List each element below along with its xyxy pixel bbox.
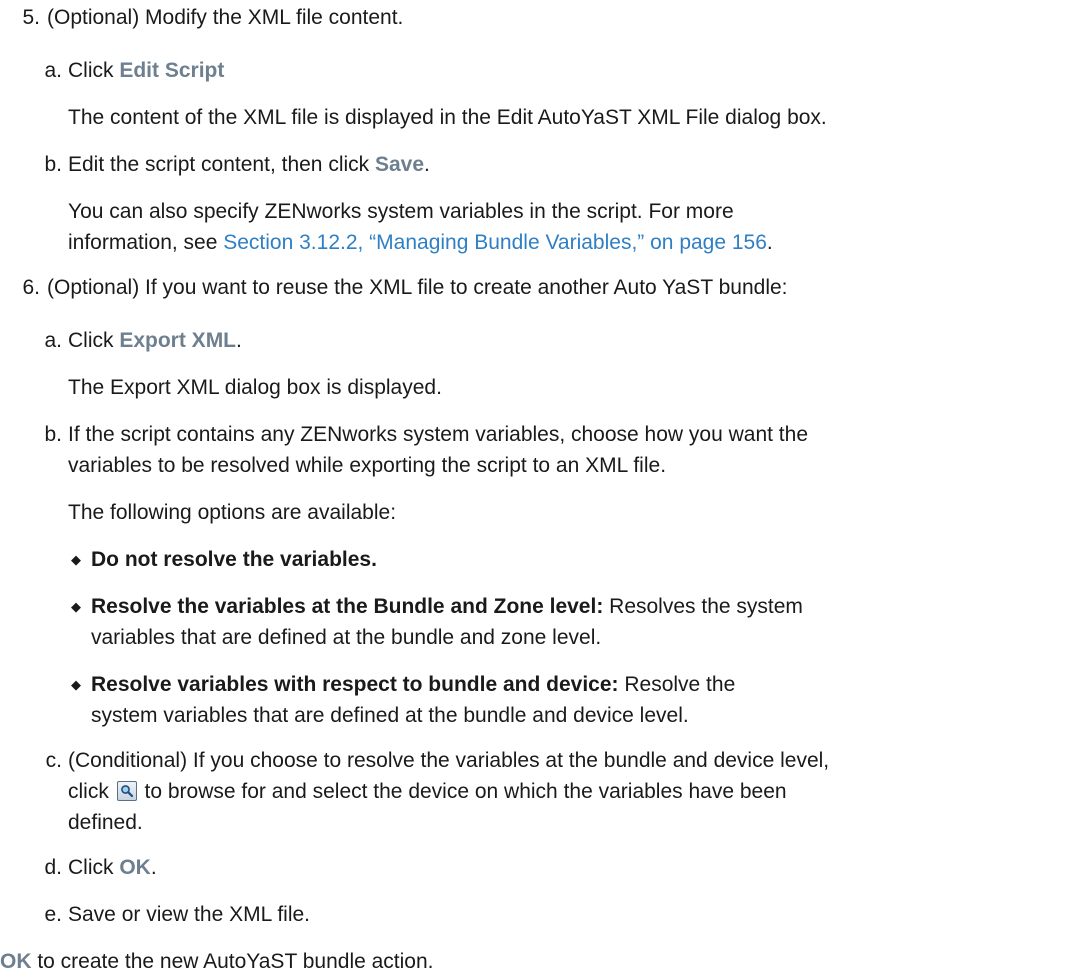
substep-text: Click: [68, 329, 120, 352]
substep-text: to browse for and select the device on w…: [138, 780, 787, 803]
step-text: (Optional) If you want to reuse the XML …: [47, 276, 788, 299]
step-number: 6.: [22, 276, 40, 299]
substep-letter: b.: [44, 423, 62, 446]
punctuation: .: [424, 153, 430, 176]
option-desc: variables that are defined at the bundle…: [91, 626, 602, 649]
step-number: 5.: [22, 6, 40, 29]
result-text: The content of the XML file is displayed…: [68, 106, 827, 129]
substep-text: Click: [68, 59, 120, 82]
substep-text: Edit the script content, then click: [68, 153, 375, 176]
browse-search-icon: [116, 781, 137, 801]
substep-text: click: [68, 780, 115, 803]
substep-letter: a.: [44, 59, 62, 82]
substep-letter: a.: [44, 329, 62, 352]
substep-text: Save or view the XML file.: [68, 903, 310, 926]
ok-button-ref: OK: [0, 950, 32, 973]
substep-text: Click: [68, 856, 120, 879]
substep-text: variables to be resolved while exporting…: [68, 454, 667, 477]
option-title: Do not resolve the variables.: [91, 548, 377, 571]
result-text: The Export XML dialog box is displayed.: [68, 376, 442, 399]
note-text: You can also specify ZENworks system var…: [68, 200, 734, 223]
option-desc: system variables that are defined at the…: [91, 704, 689, 727]
final-text: to create the new AutoYaST bundle action…: [31, 950, 434, 973]
bullet-icon: ◆: [71, 599, 81, 614]
substep-letter: e.: [44, 903, 62, 926]
punctuation: .: [236, 329, 242, 352]
export-xml-button-ref: Export XML: [119, 329, 237, 352]
step-text: (Optional) Modify the XML file content.: [47, 6, 404, 29]
bullet-icon: ◆: [71, 677, 81, 692]
substep-letter: b.: [44, 153, 62, 176]
option-title: Resolve the variables at the Bundle and …: [91, 595, 604, 618]
options-intro-text: The following options are available:: [68, 501, 397, 524]
substep-letter: d.: [44, 856, 62, 879]
ok-button-ref: OK: [119, 856, 151, 879]
substep-letter: c.: [45, 749, 62, 772]
option-title: Resolve variables with respect to bundle…: [91, 673, 619, 696]
edit-script-button-ref: Edit Script: [119, 59, 225, 82]
substep-text: (Conditional) If you choose to resolve t…: [68, 749, 830, 772]
save-button-ref: Save: [374, 153, 425, 176]
option-desc: Resolve the: [618, 673, 736, 696]
punctuation: .: [150, 856, 157, 879]
option-desc: Resolves the system: [603, 595, 803, 618]
managing-bundle-variables-link[interactable]: Section 3.12.2, “Managing Bundle Variabl…: [223, 231, 767, 254]
punctuation: .: [766, 231, 773, 254]
note-text: information, see: [68, 231, 224, 254]
bullet-icon: ◆: [71, 552, 81, 567]
substep-text: defined.: [68, 811, 143, 834]
substep-text: If the script contains any ZENworks syst…: [68, 423, 808, 446]
